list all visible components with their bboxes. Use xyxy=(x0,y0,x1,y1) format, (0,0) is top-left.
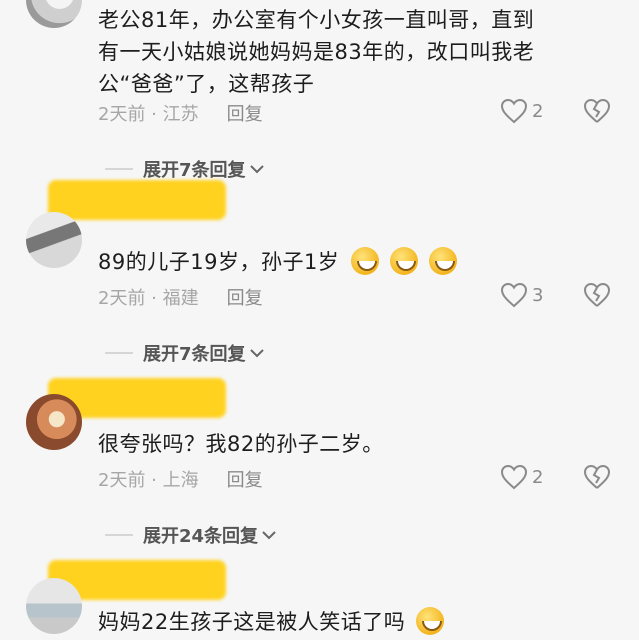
dislike-button[interactable] xyxy=(583,464,611,494)
broken-heart-icon xyxy=(583,98,611,123)
comment-time-location: 2天前 · 上海 xyxy=(98,470,199,491)
reply-button[interactable]: 回复 xyxy=(227,100,263,126)
expand-replies-label: 展开7条回复 xyxy=(143,344,246,365)
comment-meta: 2天前 · 江苏 回复 xyxy=(98,100,263,126)
comment-meta: 2天前 · 福建 回复 xyxy=(98,284,263,310)
laughing-face-icon xyxy=(416,607,445,635)
heart-icon xyxy=(500,282,528,308)
divider xyxy=(105,168,133,170)
chevron-down-icon xyxy=(262,531,276,540)
divider xyxy=(105,352,133,354)
expand-replies-label: 展开7条回复 xyxy=(143,160,246,181)
comment-text: 89的儿子19岁，孙子1岁 xyxy=(98,246,618,278)
avatar[interactable] xyxy=(26,0,82,28)
like-button[interactable]: 2 xyxy=(500,98,543,124)
chevron-down-icon xyxy=(249,165,264,174)
comment-text-line: 公“爸爸”了，这帮孩子 xyxy=(98,72,315,96)
divider xyxy=(105,534,133,536)
laughing-face-icon xyxy=(428,247,457,275)
comment-meta: 2天前 · 上海 回复 xyxy=(98,466,263,492)
comment-text-body: 89的儿子19岁，孙子1岁 xyxy=(98,250,340,274)
avatar[interactable] xyxy=(26,394,82,450)
like-button[interactable]: 3 xyxy=(500,282,543,308)
comment-time-location: 2天前 · 江苏 xyxy=(98,104,199,125)
heart-icon xyxy=(500,464,528,490)
expand-replies-button[interactable]: 展开24条回复 xyxy=(105,522,276,548)
avatar[interactable] xyxy=(26,578,82,634)
like-count: 2 xyxy=(532,466,544,488)
comment-text: 很夸张吗？我82的孙子二岁。 xyxy=(98,428,618,460)
reply-button[interactable]: 回复 xyxy=(227,466,263,492)
laughing-face-icon xyxy=(350,247,379,275)
reply-button[interactable]: 回复 xyxy=(227,284,263,310)
comment-text: 老公81年，办公室有个小女孩一直叫哥，直到 有一天小姑娘说她妈妈是83年的，改口… xyxy=(98,4,618,100)
comment-text-body: 妈妈22生孩子这是被人笑话了吗 xyxy=(98,610,406,634)
expand-replies-label: 展开24条回复 xyxy=(143,526,259,547)
dislike-button[interactable] xyxy=(583,282,611,312)
heart-icon xyxy=(500,98,528,124)
dislike-button[interactable] xyxy=(583,98,611,128)
comment-time-location: 2天前 · 福建 xyxy=(98,288,199,309)
comment-text-line: 老公81年，办公室有个小女孩一直叫哥，直到 xyxy=(98,8,535,32)
comment-text: 妈妈22生孩子这是被人笑话了吗 xyxy=(98,606,618,638)
like-count: 2 xyxy=(532,100,544,122)
chevron-down-icon xyxy=(249,349,264,358)
like-count: 3 xyxy=(532,284,544,306)
broken-heart-icon xyxy=(583,464,611,489)
comment-text-line: 有一天小姑娘说她妈妈是83年的，改口叫我老 xyxy=(98,40,535,64)
avatar[interactable] xyxy=(26,212,82,268)
expand-replies-button[interactable]: 展开7条回复 xyxy=(105,156,264,182)
laughing-face-icon xyxy=(389,247,418,275)
username-redacted xyxy=(48,180,226,220)
expand-replies-button[interactable]: 展开7条回复 xyxy=(105,340,264,366)
broken-heart-icon xyxy=(583,282,611,307)
like-button[interactable]: 2 xyxy=(500,464,543,490)
comment-text-body: 很夸张吗？我82的孙子二岁。 xyxy=(98,432,384,456)
